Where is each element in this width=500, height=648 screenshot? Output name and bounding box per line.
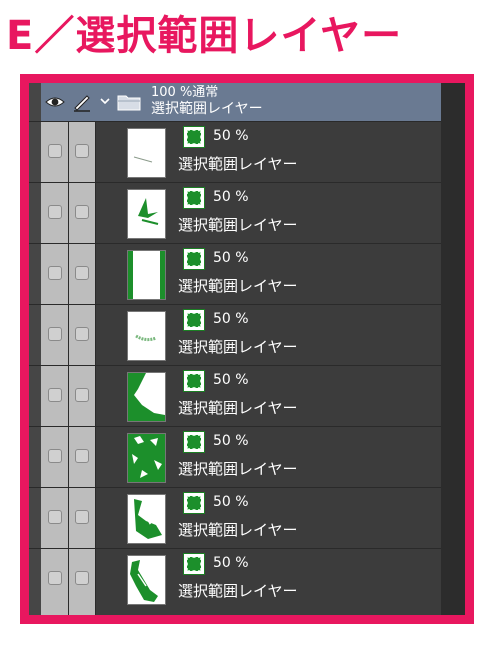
visibility-checkbox[interactable]	[48, 449, 62, 463]
visibility-checkbox[interactable]	[48, 510, 62, 524]
layer-name: 選択範囲レイヤー	[178, 521, 298, 539]
layer-opacity: 50 %	[213, 128, 249, 144]
layer-name: 選択範囲レイヤー	[178, 460, 298, 478]
layer-thumbnail	[127, 433, 166, 483]
page-title: E／選択範囲レイヤー	[6, 13, 403, 59]
layer-opacity: 50 %	[213, 433, 249, 449]
edit-lock-checkbox[interactable]	[75, 266, 89, 280]
layer-thumbnail	[127, 555, 166, 605]
layer-name: 選択範囲レイヤー	[178, 277, 298, 295]
layer-name: 選択範囲レイヤー	[178, 216, 298, 234]
layer-row[interactable]: 50 % 選択範囲レイヤー	[29, 243, 441, 305]
edit-lock-checkbox[interactable]	[75, 327, 89, 341]
layer-thumbnail	[127, 250, 166, 300]
highlight-frame: 100 %通常 選択範囲レイヤー 50 % 選択範囲レイヤー 50 % 選択範囲…	[20, 74, 474, 624]
visibility-checkbox[interactable]	[48, 571, 62, 585]
visibility-checkbox[interactable]	[48, 144, 62, 158]
layer-row[interactable]: 50 % 選択範囲レイヤー	[29, 365, 441, 427]
layer-row[interactable]: 50 % 選択範囲レイヤー	[29, 121, 441, 183]
visibility-checkbox[interactable]	[48, 388, 62, 402]
visibility-checkbox[interactable]	[48, 266, 62, 280]
selection-mask-icon	[183, 492, 205, 514]
visibility-checkbox[interactable]	[48, 327, 62, 341]
layer-thumbnail	[127, 494, 166, 544]
layer-opacity: 50 %	[213, 189, 249, 205]
selection-mask-icon	[183, 309, 205, 331]
layer-thumbnail	[127, 311, 166, 361]
selection-mask-icon	[183, 431, 205, 453]
selection-mask-icon	[183, 248, 205, 270]
selection-mask-icon	[183, 187, 205, 209]
layer-opacity: 50 %	[213, 250, 249, 266]
layer-row[interactable]: 50 % 選択範囲レイヤー	[29, 182, 441, 244]
layer-row[interactable]: 50 % 選択範囲レイヤー	[29, 487, 441, 549]
edit-lock-checkbox[interactable]	[75, 205, 89, 219]
layer-row[interactable]: 50 % 選択範囲レイヤー	[29, 548, 441, 610]
layer-thumbnail	[127, 189, 166, 239]
edit-lock-checkbox[interactable]	[75, 449, 89, 463]
layer-thumbnail	[127, 128, 166, 178]
folder-icon	[117, 95, 141, 111]
edit-lock-checkbox[interactable]	[75, 388, 89, 402]
layer-name: 選択範囲レイヤー	[178, 338, 298, 356]
folder-name: 選択範囲レイヤー	[151, 101, 263, 117]
layer-name: 選択範囲レイヤー	[178, 399, 298, 417]
layer-opacity: 50 %	[213, 494, 249, 510]
chevron-down-icon[interactable]	[99, 95, 111, 107]
selection-mask-icon	[183, 370, 205, 392]
layer-opacity: 50 %	[213, 372, 249, 388]
panel-scrollbar[interactable]	[441, 83, 465, 615]
edit-lock-checkbox[interactable]	[75, 571, 89, 585]
visibility-checkbox[interactable]	[48, 205, 62, 219]
layer-name: 選択範囲レイヤー	[178, 582, 298, 600]
eye-icon[interactable]	[45, 93, 65, 111]
edit-lock-checkbox[interactable]	[75, 144, 89, 158]
layer-row[interactable]: 50 % 選択範囲レイヤー	[29, 304, 441, 366]
layer-opacity: 50 %	[213, 555, 249, 571]
folder-opacity-blend: 100 %通常	[151, 85, 219, 100]
layer-opacity: 50 %	[213, 311, 249, 327]
layer-folder-row[interactable]: 100 %通常 選択範囲レイヤー	[41, 83, 441, 121]
layer-row[interactable]: 50 % 選択範囲レイヤー	[29, 426, 441, 488]
layer-name: 選択範囲レイヤー	[178, 155, 298, 173]
edit-lock-checkbox[interactable]	[75, 510, 89, 524]
layer-thumbnail	[127, 372, 166, 422]
pencil-icon[interactable]	[72, 92, 92, 112]
selection-mask-icon	[183, 126, 205, 148]
selection-mask-icon	[183, 553, 205, 575]
layer-panel: 100 %通常 選択範囲レイヤー 50 % 選択範囲レイヤー 50 % 選択範囲…	[29, 83, 465, 615]
